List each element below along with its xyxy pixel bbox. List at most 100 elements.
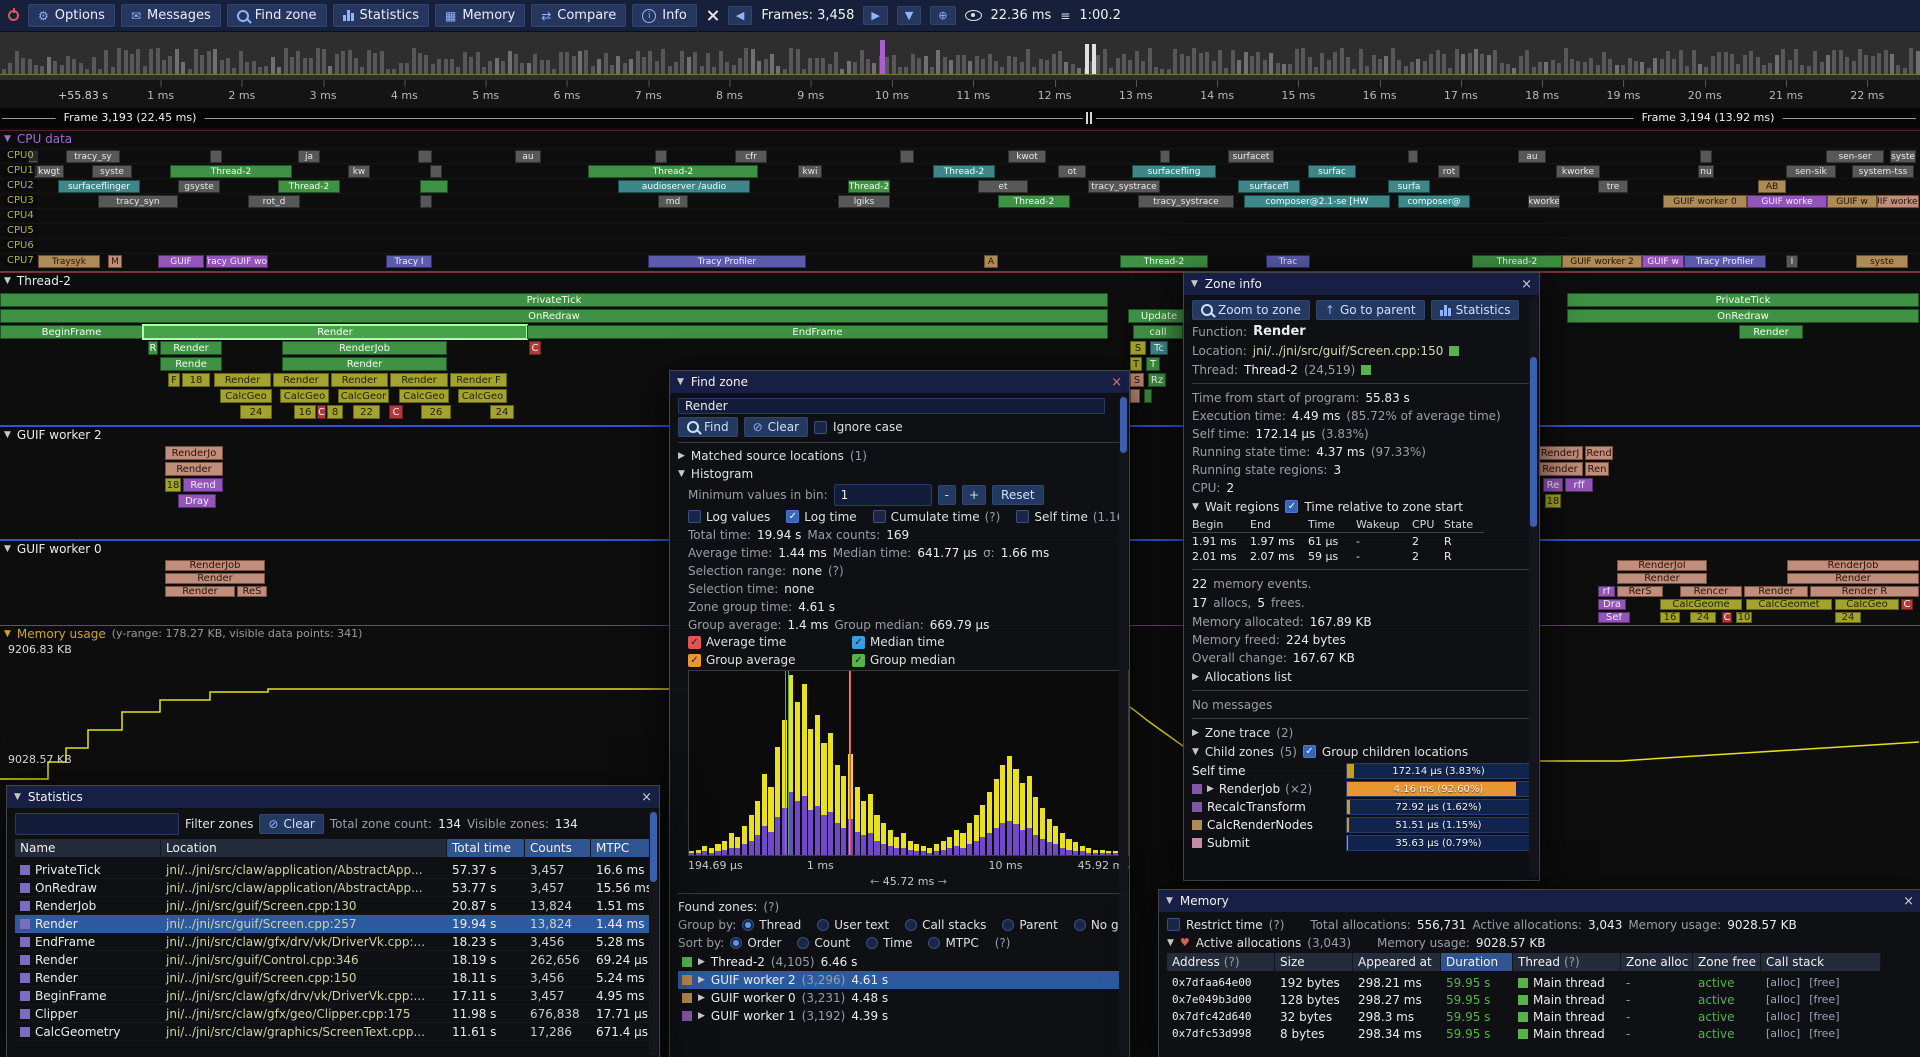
zone-tracy-systrace[interactable]: tracy_systrace — [1138, 195, 1234, 208]
zone-kwi[interactable]: kwi — [798, 165, 822, 178]
zone-18[interactable]: 18 — [1545, 494, 1561, 508]
column-header-zone-alloc[interactable]: Zone alloc — [1621, 953, 1693, 971]
legend-group-average[interactable]: ✓Group average — [688, 653, 838, 667]
zone-guif-w[interactable]: GUIF w — [1642, 255, 1684, 268]
scrollbar-thumb[interactable] — [650, 812, 657, 882]
zone-calcgeo[interactable]: CalcGeo — [1835, 599, 1899, 610]
zone-item[interactable] — [420, 180, 448, 193]
radio-time[interactable]: Time — [866, 936, 912, 950]
zone-26[interactable]: 26 — [421, 405, 451, 419]
zone-thread-2[interactable]: Thread-2 — [848, 180, 890, 193]
zone-au[interactable]: au — [515, 150, 541, 163]
ignore-case-checkbox[interactable] — [814, 421, 827, 434]
column-header-duration[interactable]: Duration — [1441, 953, 1513, 971]
zone-tracy-profiler[interactable]: Tracy Profiler — [1684, 255, 1766, 268]
checkbox-log-values[interactable]: Log values — [688, 510, 770, 524]
zone-f[interactable]: F — [168, 373, 180, 387]
zone-dra[interactable]: Dra — [1598, 599, 1626, 610]
column-header-call-stack[interactable]: Call stack — [1761, 953, 1881, 971]
zone-item[interactable] — [430, 165, 442, 178]
zone-tracy-i[interactable]: Tracy I — [386, 255, 432, 268]
filter-input[interactable] — [15, 813, 179, 835]
increment-button[interactable]: + — [962, 485, 986, 505]
zone-render[interactable]: Render — [1787, 573, 1919, 584]
zone-18[interactable]: 18 — [182, 373, 210, 387]
zone-rencer[interactable]: Rencer — [1680, 586, 1742, 597]
column-header-thread[interactable]: Thread(?) — [1513, 953, 1621, 971]
legend-group-median[interactable]: ✓Group median — [852, 653, 1002, 667]
zoom-to-zone-button[interactable]: Zoom to zone — [1192, 300, 1310, 320]
zone-surfac[interactable]: surfac — [1308, 165, 1356, 178]
close-icon[interactable]: × — [641, 790, 652, 805]
collapse-icon[interactable]: ▼ — [1192, 502, 1199, 512]
collapse-icon[interactable]: ▼ — [1166, 896, 1173, 906]
zone-render-r[interactable]: Render R — [1810, 586, 1919, 597]
toolbar-button-statistics[interactable]: Statistics — [333, 4, 429, 27]
zone-c[interactable]: C — [529, 341, 541, 355]
zone-update[interactable]: Update — [1128, 309, 1190, 323]
active-allocations-header[interactable]: ▼ ♥ Active allocations (3,043) Memory us… — [1167, 935, 1913, 950]
zone-render[interactable]: Render — [1744, 586, 1808, 597]
thread-value[interactable]: Thread-2 — [1244, 363, 1298, 377]
wait-col-cpu[interactable]: CPU — [1412, 518, 1444, 533]
zone-syste[interactable]: syste — [1856, 255, 1908, 268]
zone-rend[interactable]: Rend — [1585, 446, 1613, 460]
zone-render[interactable]: Render — [160, 341, 222, 355]
zone-i[interactable]: I — [1786, 255, 1798, 268]
zone-rff[interactable]: rff — [1565, 478, 1593, 492]
zone-item[interactable] — [1144, 389, 1152, 403]
zone-tracy-systrace[interactable]: tracy_systrace — [1088, 180, 1160, 193]
zone-item[interactable] — [900, 150, 914, 163]
collapse-icon[interactable]: ▼ — [1191, 279, 1198, 289]
stats-row[interactable]: EndFramejni/../jni/src/claw/gfx/drv/vk/D… — [15, 933, 651, 951]
zone-calcgeor[interactable]: CalcGeor — [338, 389, 389, 403]
toolbar-button-options[interactable]: ⚙Options — [28, 4, 115, 27]
close-icon[interactable]: × — [1903, 894, 1914, 909]
zone-info-titlebar[interactable]: ▼ Zone info × — [1184, 273, 1539, 295]
column-header-address[interactable]: Address(?) — [1167, 953, 1275, 971]
zone-thread-2[interactable]: Thread-2 — [1472, 255, 1562, 268]
stats-row[interactable]: CalcGeometryjni/../jni/src/claw/graphics… — [15, 1023, 651, 1041]
stats-row[interactable]: Renderjni/../jni/src/guif/Control.cpp:34… — [15, 951, 651, 969]
zone-tracy-syn[interactable]: tracy_syn — [98, 195, 178, 208]
zone-c[interactable]: C — [389, 405, 403, 419]
scrollbar-thumb[interactable] — [1120, 397, 1127, 453]
zone-tc[interactable]: Tc — [1150, 341, 1168, 355]
zone-surfacefl[interactable]: surfacefl — [1238, 180, 1300, 193]
toolbar-button-memory[interactable]: ▦Memory — [435, 4, 525, 27]
statistics-titlebar[interactable]: ▼ Statistics × — [7, 786, 659, 808]
wait-col-end[interactable]: End — [1250, 518, 1308, 533]
zone-rot-d[interactable]: rot_d — [248, 195, 300, 208]
zone-thread-2[interactable]: Thread-2 — [278, 180, 340, 193]
zone-render[interactable]: Render — [331, 373, 388, 387]
child-zone-row[interactable]: Submit35.63 μs (0.79%) — [1192, 835, 1531, 851]
search-input[interactable]: Render — [678, 398, 1105, 414]
expand-icon[interactable]: ▶ — [698, 975, 705, 985]
zone-privatetick[interactable]: PrivateTick — [0, 293, 1108, 307]
zone-nu[interactable]: nu — [1698, 165, 1714, 178]
zone-renderjob[interactable]: RenderJob — [1787, 560, 1919, 571]
stats-row[interactable]: OnRedrawjni/../jni/src/claw/application/… — [15, 879, 651, 897]
child-zone-row[interactable]: RecalcTransform72.92 μs (1.62%) — [1192, 799, 1531, 815]
expand-icon[interactable]: ▶ — [1192, 672, 1199, 682]
expand-icon[interactable]: ▶ — [1207, 784, 1214, 794]
zone-calcgeomet[interactable]: CalcGeomet — [1746, 599, 1832, 610]
restrict-time-checkbox[interactable] — [1167, 918, 1180, 931]
zone-s[interactable]: S — [1130, 341, 1146, 355]
checkbox-log-time[interactable]: ✓Log time — [786, 510, 856, 524]
zone-thread-2[interactable]: Thread-2 — [933, 165, 995, 178]
goto-frame-button[interactable]: ⊕ — [930, 6, 955, 25]
wait-col-state[interactable]: State — [1444, 518, 1484, 533]
go-to-parent-button[interactable]: ↑Go to parent — [1316, 300, 1425, 320]
zone-item[interactable] — [210, 150, 222, 163]
thread-header-thread-2[interactable]: ▼Thread-2 — [0, 271, 1920, 289]
collapse-icon[interactable]: ▼ — [14, 792, 21, 802]
call-stack-link-alloc[interactable]: [alloc] — [1766, 993, 1800, 1006]
toolbar-button-find-zone[interactable]: Find zone — [227, 4, 327, 27]
expand-icon[interactable]: ▶ — [678, 451, 685, 461]
expand-icon[interactable]: ▶ — [698, 957, 705, 967]
zone-render-f[interactable]: Render F — [450, 373, 507, 387]
zone-16[interactable]: 16 — [294, 405, 316, 419]
zone-calcgeo[interactable]: CalcGeo — [220, 389, 272, 403]
zone-render[interactable]: Render — [165, 586, 235, 597]
